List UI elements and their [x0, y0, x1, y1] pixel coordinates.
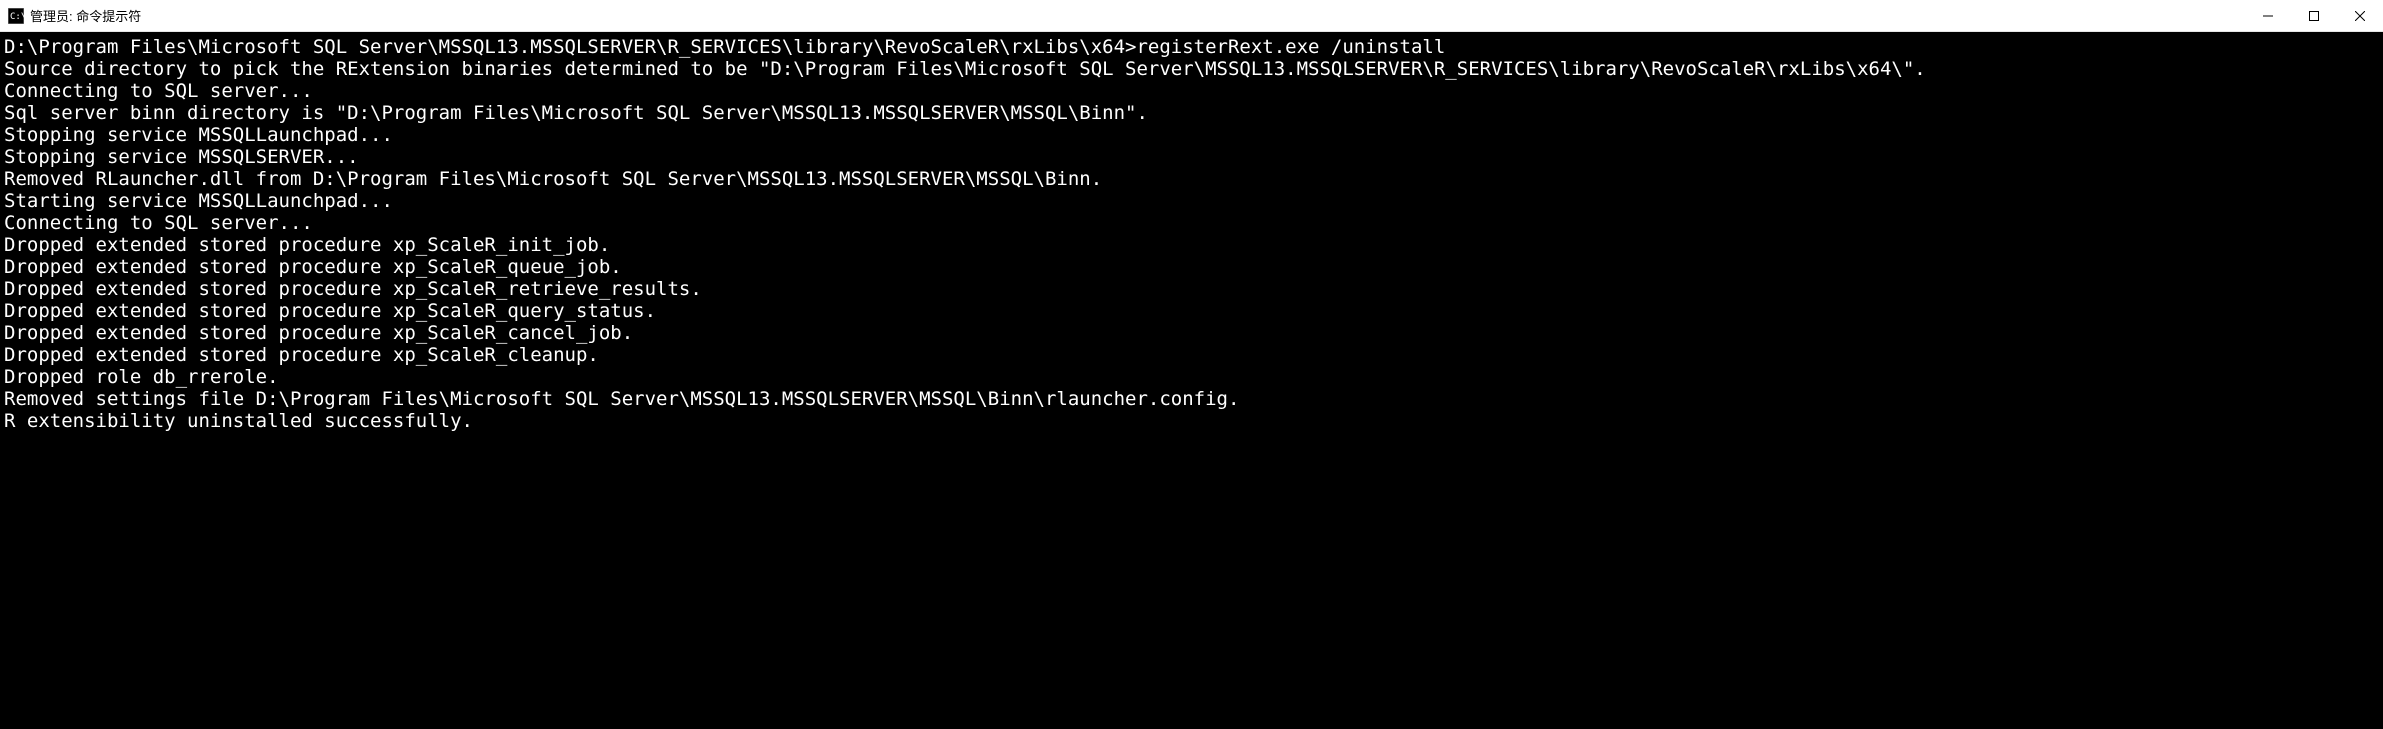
terminal-line: Dropped extended stored procedure xp_Sca… [4, 322, 2379, 344]
terminal-line: Stopping service MSSQLSERVER... [4, 146, 2379, 168]
terminal-line: Connecting to SQL server... [4, 80, 2379, 102]
terminal-line: Stopping service MSSQLLaunchpad... [4, 124, 2379, 146]
terminal-line: Dropped role db_rrerole. [4, 366, 2379, 388]
cmd-icon: C:\ [8, 8, 24, 24]
titlebar[interactable]: C:\ 管理员: 命令提示符 [0, 0, 2383, 32]
terminal-line: Connecting to SQL server... [4, 212, 2379, 234]
window-title: 管理员: 命令提示符 [30, 6, 2245, 25]
terminal-line: Sql server binn directory is "D:\Program… [4, 102, 2379, 124]
svg-text:C:\: C:\ [10, 12, 24, 22]
terminal-line: D:\Program Files\Microsoft SQL Server\MS… [4, 36, 2379, 58]
terminal-line: Dropped extended stored procedure xp_Sca… [4, 278, 2379, 300]
minimize-button[interactable] [2245, 0, 2291, 31]
maximize-button[interactable] [2291, 0, 2337, 31]
terminal-line: Dropped extended stored procedure xp_Sca… [4, 344, 2379, 366]
terminal-line: Dropped extended stored procedure xp_Sca… [4, 234, 2379, 256]
window-controls [2245, 0, 2383, 31]
terminal-line: Dropped extended stored procedure xp_Sca… [4, 300, 2379, 322]
terminal-line: Removed settings file D:\Program Files\M… [4, 388, 2379, 410]
terminal-line: R extensibility uninstalled successfully… [4, 410, 2379, 432]
terminal-output[interactable]: D:\Program Files\Microsoft SQL Server\MS… [0, 32, 2383, 729]
terminal-line: Starting service MSSQLLaunchpad... [4, 190, 2379, 212]
terminal-line: Removed RLauncher.dll from D:\Program Fi… [4, 168, 2379, 190]
command-prompt-window: C:\ 管理员: 命令提示符 D:\Program Files\Microsof… [0, 0, 2383, 729]
terminal-line: Source directory to pick the RExtension … [4, 58, 2379, 80]
terminal-line: Dropped extended stored procedure xp_Sca… [4, 256, 2379, 278]
close-button[interactable] [2337, 0, 2383, 31]
